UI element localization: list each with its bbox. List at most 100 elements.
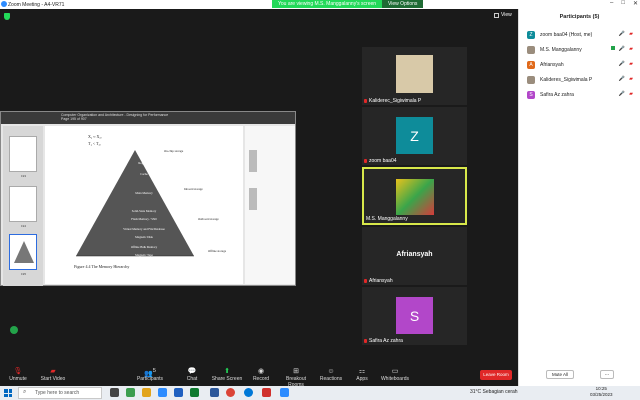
leave-room-button[interactable]: Leave Room (480, 370, 512, 380)
participants-button[interactable]: 👥5 Participants (133, 367, 167, 382)
minimize-button[interactable]: – (610, 0, 613, 7)
breakout-icon: ⊞ (293, 368, 299, 375)
thumbnail-label: 193 (21, 174, 27, 178)
participant-photo (396, 179, 434, 215)
unmute-button[interactable]: 🎙 Unmute (1, 367, 35, 382)
second-window (245, 126, 295, 284)
memory-hierarchy-pyramid (76, 150, 194, 257)
view-button[interactable]: View (494, 12, 512, 18)
participant-row[interactable]: Z zoom baa04 (Host, me) 🎤 ▰ (527, 27, 639, 42)
taskbar-search-box[interactable]: Type here to search (18, 387, 102, 399)
breakout-rooms-button[interactable]: ⊞ Breakout Rooms (279, 367, 313, 388)
edge-icon[interactable] (244, 388, 253, 397)
pyramid-level: Magnetic Tape (135, 253, 153, 257)
edit-icon[interactable] (10, 326, 18, 334)
whiteboard-icon: ▭ (391, 368, 399, 375)
word-icon[interactable] (210, 388, 219, 397)
pyramid-level: Solid-State Memory (131, 209, 157, 213)
chrome-icon[interactable] (226, 388, 235, 397)
mic-off-icon[interactable]: 🎤 (619, 31, 625, 37)
participant-photo (527, 45, 535, 54)
participant-row[interactable]: M.S. Manggalanny 🎤 ▰ (527, 42, 639, 57)
video-off-icon[interactable]: ▰ (629, 46, 633, 52)
formula-line: T₁ < T₂, (88, 141, 101, 146)
mic-off-icon[interactable]: 🎤 (619, 46, 625, 52)
participant-row[interactable]: A Afriansyah 🎤 ▰ (527, 57, 639, 72)
chat-button[interactable]: 💬 Chat (175, 367, 209, 382)
participant-avatar: Z (396, 117, 433, 154)
participant-photo (396, 55, 433, 93)
close-button[interactable]: ✕ (633, 0, 638, 7)
video-tile[interactable]: Z zoom baa04 (362, 107, 467, 165)
panel-title: Participants (5) (559, 14, 600, 20)
tile-name: zoom baa04 (369, 158, 397, 164)
participant-name: Afriansyah (540, 61, 564, 68)
video-tile-active-speaker[interactable]: M.S. Manggalanny (362, 167, 467, 225)
maximize-button[interactable]: □ (621, 0, 625, 7)
video-tile[interactable]: S Safira Az zahra (362, 287, 467, 345)
video-tile[interactable]: Kaliderес_Sigiwimala P (362, 47, 467, 105)
thumbnail-pane[interactable]: 193 194 195 (3, 126, 43, 286)
pyramid-level: Registers (138, 161, 150, 165)
reactions-button[interactable]: ☺ Reactions (314, 367, 348, 382)
tile-name: Safira Az zahra (369, 338, 403, 344)
apps-button[interactable]: ⚏ Apps (345, 367, 379, 382)
task-view-icon[interactable] (110, 388, 119, 397)
participant-name: Kaliderеs_Sigiwimala P (540, 76, 593, 83)
start-video-button[interactable]: ▰ Start Video (36, 367, 70, 382)
muted-mic-icon (364, 279, 367, 283)
chat-icon: 💬 (187, 368, 197, 375)
taskbar-app-icon[interactable] (174, 388, 183, 397)
clock-date: 03/25/2023 (590, 392, 613, 397)
screen-share-icon (610, 46, 615, 50)
participant-name: M.S. Manggalanny (540, 46, 582, 53)
pyramid-level: Virtual Memory and File/Database (123, 227, 165, 231)
system-clock[interactable]: 10:25 03/25/2023 (590, 386, 613, 398)
taskbar-app-icon[interactable] (158, 388, 167, 397)
zoom-taskbar-icon[interactable] (280, 388, 289, 397)
tile-name: M.S. Manggalanny (366, 216, 408, 222)
pyramid-level: Flash Memory / SSD (131, 217, 157, 221)
participants-panel: Participants (5) Z zoom baa04 (Host, me)… (518, 9, 640, 386)
mic-off-icon[interactable]: 🎤 (619, 76, 625, 82)
pdf-reader-icon[interactable] (262, 388, 271, 397)
document-page-info: Page 195 of 907 (61, 117, 87, 121)
video-off-icon: ▰ (50, 368, 56, 375)
video-off-icon[interactable]: ▰ (629, 31, 633, 37)
view-options-button[interactable]: View Options (382, 0, 424, 8)
participant-name: Safira Az zahra (540, 91, 574, 98)
participant-row[interactable]: S Safira Az zahra 🎤 ▰ (527, 87, 639, 102)
window-controls: – □ ✕ (610, 0, 638, 7)
side-label: Outboard storage (198, 217, 219, 221)
participant-row[interactable]: Kaliderеs_Sigiwimala P 🎤 ▰ (527, 72, 639, 87)
grid-icon (494, 12, 499, 18)
zoom-logo-icon (1, 1, 7, 7)
page-thumbnail-selected[interactable] (9, 234, 37, 270)
taskbar-app-icon[interactable] (126, 388, 135, 397)
mic-off-icon[interactable]: 🎤 (619, 61, 625, 67)
side-label: On-chip storage (164, 149, 184, 153)
pyramid-level: Offline Bulk Memory (130, 245, 158, 249)
whiteboards-button[interactable]: ▭ Whiteboards (378, 367, 412, 382)
page-thumbnail[interactable] (9, 136, 37, 172)
weather-widget[interactable]: 31°C Sebagian cerah (470, 389, 518, 395)
more-options-button[interactable]: ... (600, 370, 614, 379)
windows-start-icon[interactable] (4, 389, 12, 397)
participant-avatar: S (396, 297, 433, 334)
video-off-icon[interactable]: ▰ (629, 76, 633, 82)
record-button[interactable]: ◉ Record (244, 367, 278, 382)
page-thumbnail[interactable] (9, 186, 37, 222)
mic-off-icon[interactable]: 🎤 (619, 91, 625, 97)
pyramid-level: Cache (140, 172, 148, 176)
security-shield-icon[interactable] (4, 13, 10, 20)
side-label: Offline storage (208, 249, 227, 253)
video-off-icon[interactable]: ▰ (629, 91, 633, 97)
mute-all-button[interactable]: Mute All (546, 370, 574, 379)
video-off-icon[interactable]: ▰ (629, 61, 633, 67)
participant-avatar: S (527, 90, 535, 99)
share-screen-button[interactable]: ⬆ Share Screen (210, 367, 244, 382)
participant-avatar: Z (527, 30, 535, 39)
excel-icon[interactable] (190, 388, 199, 397)
video-tile[interactable]: Afriansyah Afriansyah (362, 227, 467, 285)
file-explorer-icon[interactable] (142, 388, 151, 397)
